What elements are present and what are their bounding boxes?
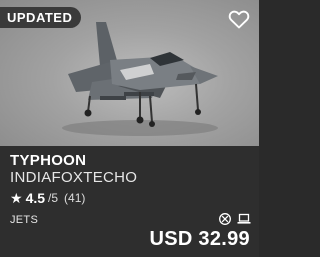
product-creator[interactable]: INDIAFOXTECHO <box>10 169 137 186</box>
product-thumbnail[interactable]: UPDATED <box>0 0 259 146</box>
product-category: JETS <box>10 214 39 226</box>
heart-outline-icon[interactable] <box>227 7 251 31</box>
product-title[interactable]: TYPHOON <box>10 152 86 169</box>
star-icon: ★ <box>10 190 23 206</box>
product-price: USD 32.99 <box>149 228 250 250</box>
product-rating: ★ 4.5/5 (41) <box>10 190 85 206</box>
rating-count: (41) <box>64 191 86 205</box>
product-info: TYPHOON INDIAFOXTECHO ★ 4.5/5 (41) JETS <box>0 146 259 257</box>
product-card[interactable]: UPDATED TYPHOON INDIAFOXTECHO ★ 4.5/5 (4… <box>0 0 259 257</box>
updated-badge: UPDATED <box>0 7 82 28</box>
rating-scale: /5 <box>48 191 59 205</box>
rating-score: 4.5 <box>25 190 46 206</box>
